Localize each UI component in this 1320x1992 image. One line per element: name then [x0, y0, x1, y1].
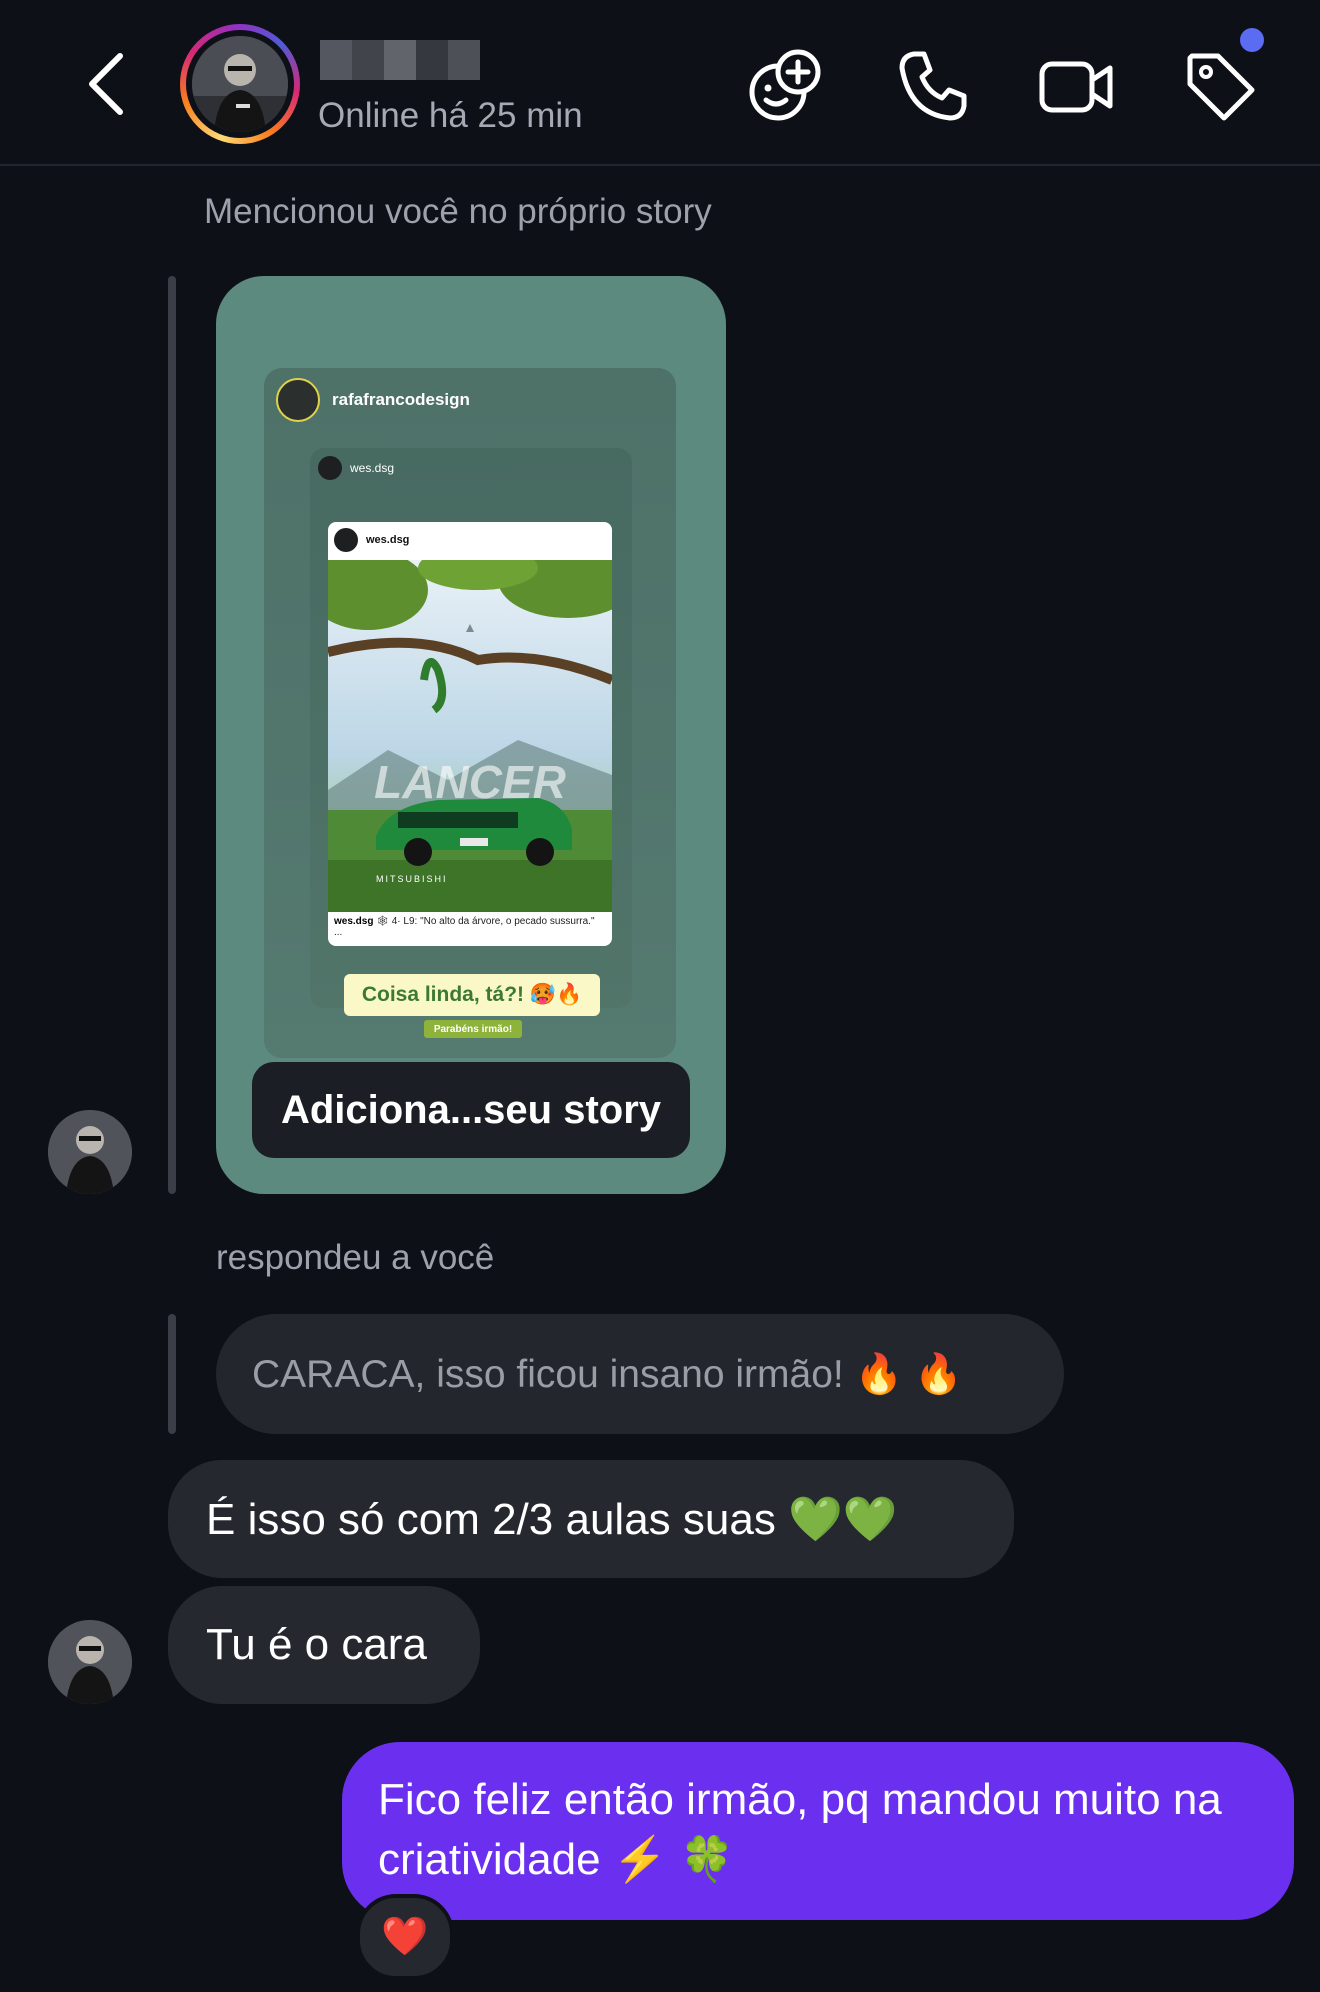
- notification-dot: [1240, 28, 1264, 52]
- post-author-name: wes.dsg: [366, 534, 410, 546]
- post-caption-text: 🕸 4· L9: "No alto da árvore, o pecado su…: [334, 916, 595, 938]
- post-caption-user: wes.dsg: [334, 916, 374, 927]
- back-button[interactable]: [78, 44, 134, 124]
- add-effect-icon: [749, 49, 821, 121]
- story-author: rafafrancodesign: [276, 378, 470, 422]
- reshared-author: wes.dsg: [318, 456, 394, 480]
- message-bubble[interactable]: Tu é o cara: [168, 1586, 480, 1704]
- quoted-message[interactable]: CARACA, isso ficou insano irmão! 🔥 🔥: [216, 1314, 1064, 1434]
- reshared-story: wes.dsg wes.dsg LANCER MITSUBISHI wes.ds…: [310, 448, 632, 1008]
- story-author-name: rafafrancodesign: [332, 390, 470, 409]
- add-to-story-button[interactable]: Adiciona...seu story: [252, 1062, 690, 1158]
- post-caption: wes.dsg 🕸 4· L9: "No alto da árvore, o p…: [334, 916, 604, 938]
- post-header: wes.dsg: [334, 528, 409, 552]
- online-status: Online há 25 min: [318, 96, 583, 135]
- avatar-photo: [192, 36, 288, 132]
- contact-name-censored: [320, 40, 480, 80]
- tag-button[interactable]: [1178, 44, 1262, 128]
- story-text-sticker: Coisa linda, tá?! 🥵🔥: [344, 974, 600, 1016]
- phone-icon: [899, 51, 967, 121]
- artwork-brand: MITSUBISHI: [376, 874, 448, 884]
- chat-header: Online há 25 min: [0, 0, 1320, 166]
- tag-icon: [1187, 53, 1255, 121]
- sender-avatar[interactable]: [48, 1110, 132, 1194]
- story-preview: rafafrancodesign wes.dsg wes.dsg LANCER …: [264, 368, 676, 1058]
- post-author-avatar: [334, 528, 358, 552]
- message-bubble[interactable]: É isso só com 2/3 aulas suas 💚💚: [168, 1460, 1014, 1578]
- video-camera-icon: [1039, 61, 1113, 113]
- reply-label: respondeu a você: [216, 1238, 495, 1277]
- video-call-button[interactable]: [1034, 44, 1118, 128]
- post-artwork: LANCER MITSUBISHI: [328, 560, 612, 912]
- story-author-avatar: [276, 378, 320, 422]
- chevron-left-icon: [89, 53, 123, 115]
- story-mention-card[interactable]: rafafrancodesign wes.dsg wes.dsg LANCER …: [216, 276, 726, 1194]
- chat-screen: Online há 25 min Mencionou você no própr…: [0, 0, 1320, 1992]
- my-message-bubble[interactable]: Fico feliz então irmão, pq mandou muito …: [342, 1742, 1294, 1920]
- heart-reaction[interactable]: ❤️: [356, 1894, 454, 1980]
- reply-quote-bar: [168, 1314, 176, 1434]
- reshared-author-avatar: [318, 456, 342, 480]
- add-effect-button[interactable]: [744, 44, 828, 128]
- reshared-author-name: wes.dsg: [350, 461, 395, 475]
- story-sub-sticker: Parabéns irmão!: [424, 1020, 522, 1038]
- voice-call-button[interactable]: [890, 44, 974, 128]
- sender-avatar[interactable]: [48, 1620, 132, 1704]
- story-mention-label: Mencionou você no próprio story: [204, 192, 712, 231]
- reply-quote-bar: [168, 276, 176, 1194]
- contact-avatar[interactable]: [180, 24, 300, 144]
- shared-post: wes.dsg LANCER MITSUBISHI wes.dsg 🕸 4· L…: [328, 522, 612, 946]
